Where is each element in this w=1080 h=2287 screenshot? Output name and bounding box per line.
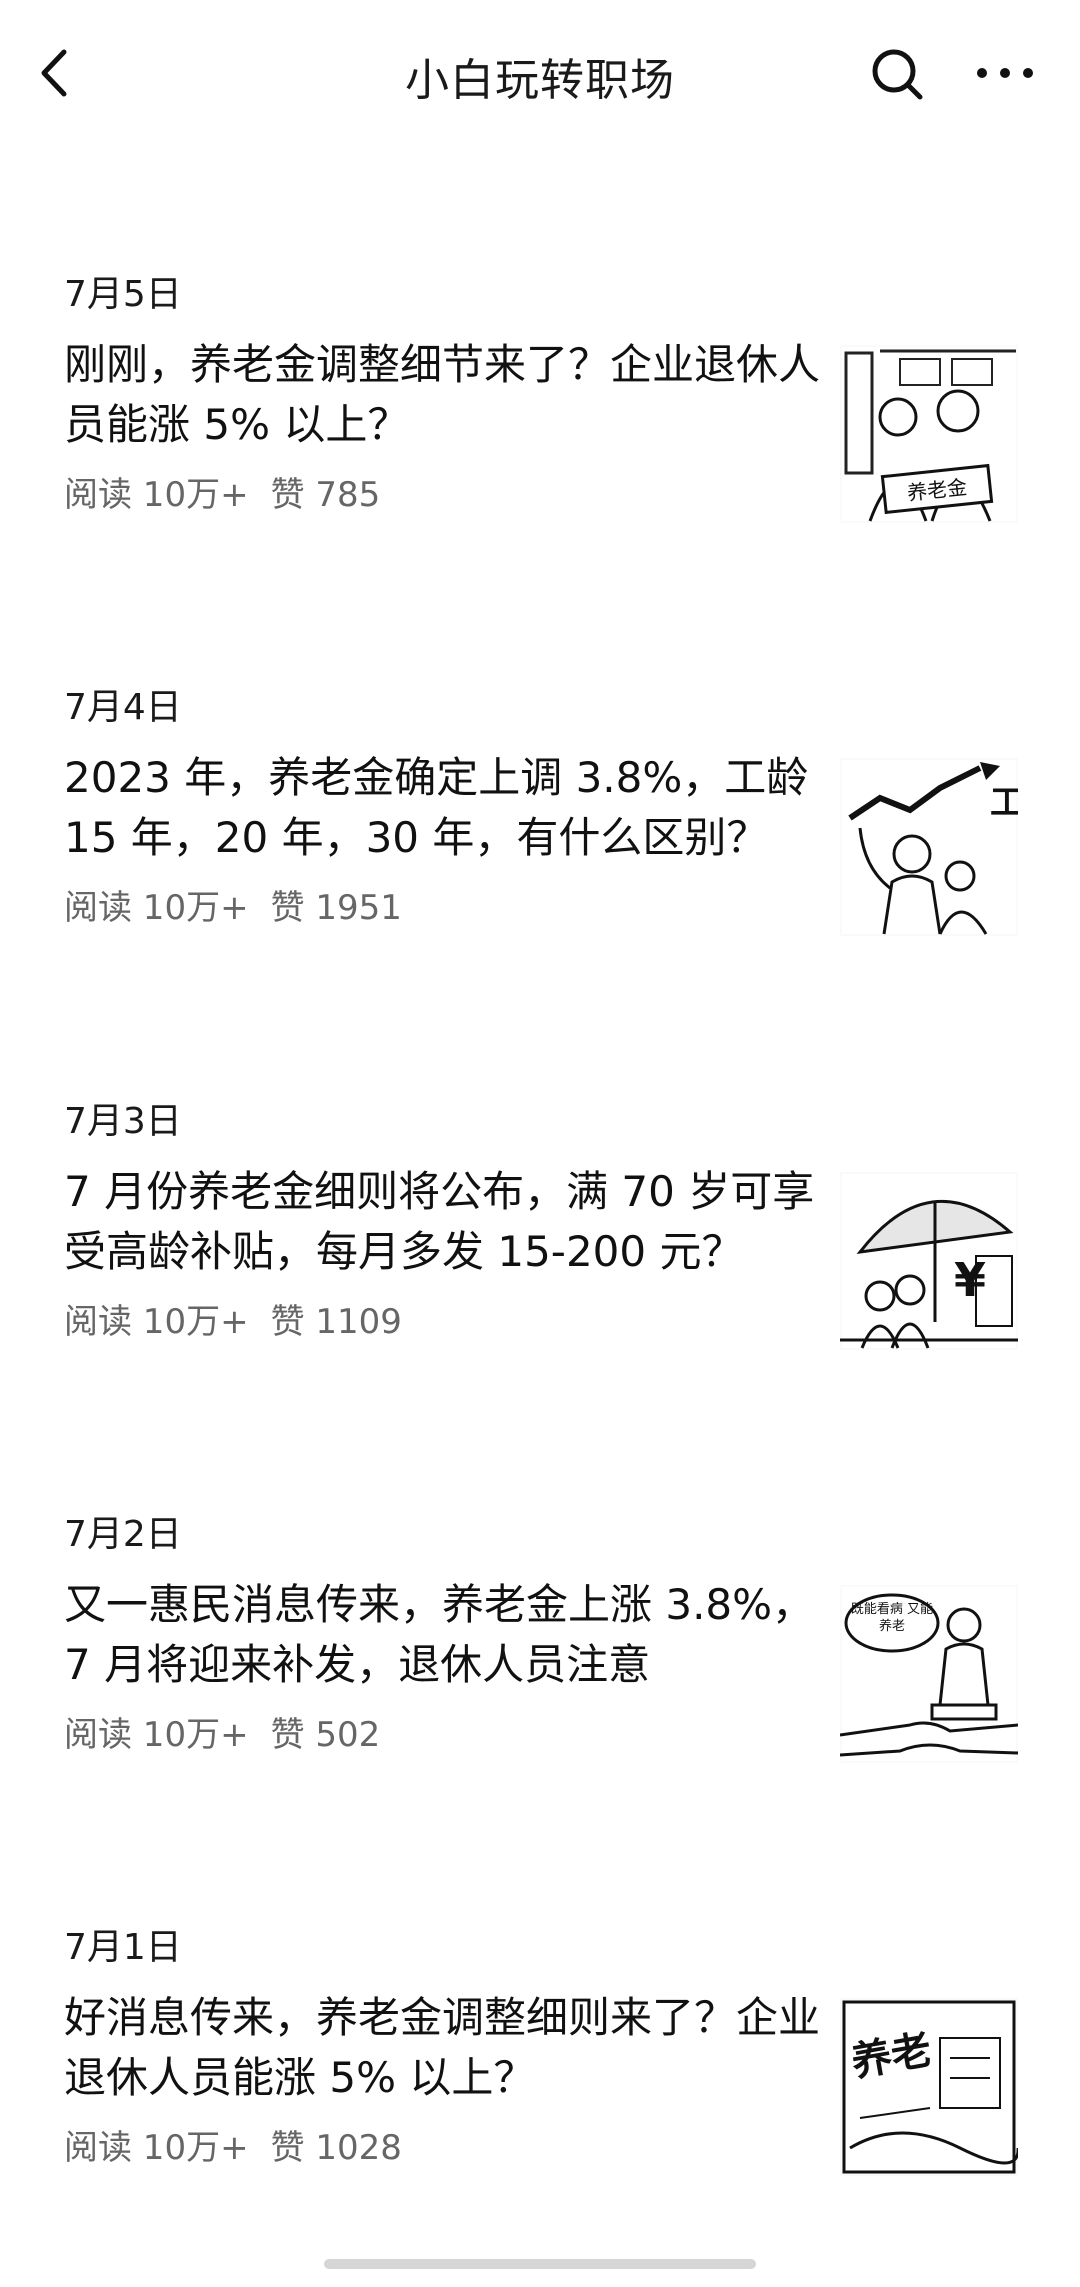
article-item[interactable]: 2023 年，养老金确定上调 3.8%，工龄 15 年，20 年，30 年，有什… [0,748,1080,948]
article-stats: 阅读 10万+ 赞 502 [64,1707,402,1756]
article-stats: 阅读 10万+ 赞 1109 [64,1294,424,1343]
read-count: 阅读 10万+ [64,1715,249,1755]
cartoon-illustration: ¥ [840,1174,1018,1349]
search-icon [872,49,923,100]
article-thumbnail[interactable]: 既能看病 又能养老 [840,1585,1018,1763]
cartoon-illustration: 工龄 [842,760,1018,935]
date-group: 7月4日 2023 年，养老金确定上调 3.8%，工龄 15 年，20 年，30… [0,678,1080,1008]
article-thumbnail[interactable]: 养老 [840,1998,1018,2176]
date-label: 7月4日 [64,687,182,728]
read-count: 阅读 10万+ [64,2128,249,2168]
date-label: 7月3日 [64,1101,182,1142]
date-label: 7月1日 [64,1927,182,1968]
svg-text:工龄: 工龄 [990,783,1018,823]
svg-text:¥: ¥ [954,1253,986,1307]
article-title[interactable]: 刚刚，养老金调整细节来了？企业退休人员能涨 5% 以上？ [64,335,824,455]
article-thumbnail[interactable]: 工龄 [840,758,1018,936]
date-group: 7月2日 又一惠民消息传来，养老金上涨 3.8%，7 月将迎来补发，退休人员注意… [0,1505,1080,1835]
article-item[interactable]: 7 月份养老金细则将公布，满 70 岁可享受高龄补贴，每月多发 15-200 元… [0,1162,1080,1362]
article-title[interactable]: 7 月份养老金细则将公布，满 70 岁可享受高龄补贴，每月多发 15-200 元… [64,1162,824,1282]
like-count: 赞 1951 [270,888,402,928]
article-stats: 阅读 10万+ 赞 1951 [64,880,424,929]
article-title[interactable]: 2023 年，养老金确定上调 3.8%，工龄 15 年，20 年，30 年，有什… [64,748,824,868]
cartoon-illustration: 养老 [842,2000,1018,2174]
article-stats: 阅读 10万+ 赞 1028 [64,2120,424,2169]
article-title[interactable]: 又一惠民消息传来，养老金上涨 3.8%，7 月将迎来补发，退休人员注意 [64,1575,824,1695]
article-title[interactable]: 好消息传来，养老金调整细则来了？企业退休人员能涨 5% 以上？ [64,1988,824,2108]
date-group: 7月1日 好消息传来，养老金调整细则来了？企业退休人员能涨 5% 以上？ 阅读 … [0,1918,1080,2248]
date-group: 7月5日 刚刚，养老金调整细节来了？企业退休人员能涨 5% 以上？ 阅读 10万… [0,265,1080,595]
more-button[interactable] [960,38,1050,108]
cartoon-illustration: 既能看病 又能养老 [840,1587,1018,1761]
cartoon-illustration: 养老金 [842,347,1016,522]
read-count: 阅读 10万+ [64,475,249,515]
article-thumbnail[interactable]: ¥ [840,1172,1018,1350]
date-label: 7月2日 [64,1514,182,1555]
home-indicator [324,2259,756,2269]
read-count: 阅读 10万+ [64,1302,249,1342]
nav-header: 小白玩转职场 [0,0,1080,150]
article-stats: 阅读 10万+ 赞 785 [64,467,402,516]
search-button[interactable] [866,38,928,108]
read-count: 阅读 10万+ [64,888,249,928]
article-item[interactable]: 刚刚，养老金调整细节来了？企业退休人员能涨 5% 以上？ 阅读 10万+ 赞 78… [0,335,1080,535]
like-count: 赞 785 [270,475,381,515]
article-item[interactable]: 又一惠民消息传来，养老金上涨 3.8%，7 月将迎来补发，退休人员注意 阅读 1… [0,1575,1080,1775]
date-group: 7月3日 7 月份养老金细则将公布，满 70 岁可享受高龄补贴，每月多发 15-… [0,1092,1080,1422]
article-item[interactable]: 好消息传来，养老金调整细则来了？企业退休人员能涨 5% 以上？ 阅读 10万+ 赞… [0,1988,1080,2188]
article-thumbnail[interactable]: 养老金 [840,345,1018,523]
like-count: 赞 1109 [270,1302,402,1342]
more-horizontal-icon [977,68,1033,78]
like-count: 赞 1028 [270,2128,402,2168]
like-count: 赞 502 [270,1715,381,1755]
date-label: 7月5日 [64,274,182,315]
